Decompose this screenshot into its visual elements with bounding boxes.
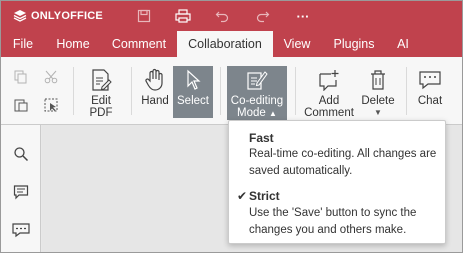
redo-icon[interactable] (254, 7, 272, 25)
edit-pdf-button[interactable]: Edit PDF (81, 67, 121, 119)
print-icon[interactable] (174, 7, 192, 25)
tab-ai-label: AI (397, 37, 409, 51)
left-panel (1, 125, 41, 252)
tab-plugins-label: Plugins (333, 37, 375, 51)
edit-pdf-icon (88, 67, 114, 93)
add-comment-button[interactable]: Add Comment (303, 67, 355, 119)
tab-home-label: Home (56, 37, 90, 51)
strict-title: Strict (249, 189, 280, 203)
hand-tool-button[interactable]: Hand (139, 67, 171, 115)
tab-view-label: View (283, 37, 311, 51)
tab-file[interactable]: File (3, 31, 43, 57)
trash-icon (365, 67, 391, 93)
toolbar-separator (131, 67, 132, 115)
collaboration-toolbar: Edit PDF Hand Select Co-editing Mode ▲ A… (1, 57, 462, 125)
coediting-option-fast[interactable]: Fast Real-time co-editing. All changes a… (229, 121, 447, 181)
tab-comment[interactable]: Comment (103, 31, 175, 57)
select-tool-button[interactable]: Select (173, 66, 213, 118)
chat-label: Chat (417, 95, 443, 107)
title-bar: ONLYOFFICE ··· (1, 1, 462, 31)
tab-file-label: File (12, 37, 34, 51)
tab-view[interactable]: View (277, 31, 317, 57)
add-comment-label-line2: Comment (304, 107, 354, 119)
hand-icon (142, 67, 168, 93)
caret-up-icon: ▲ (269, 109, 277, 118)
chat-button[interactable]: Chat (413, 67, 447, 115)
app-logo-text: ONLYOFFICE (31, 10, 103, 22)
more-icon[interactable]: ··· (294, 7, 312, 25)
fast-description: Real-time co-editing. All changes are sa… (249, 148, 437, 177)
onlyoffice-logo-icon (13, 10, 27, 22)
coediting-mode-button[interactable]: Co-editing Mode ▲ (227, 66, 287, 120)
edit-pdf-label-line1: Edit (91, 95, 111, 107)
chat-icon[interactable] (12, 221, 30, 239)
coediting-label-line2: Mode ▲ (237, 107, 277, 119)
tab-ai[interactable]: AI (389, 31, 417, 57)
coediting-icon (244, 67, 270, 93)
delete-label: Delete (361, 95, 395, 107)
app-window: ONLYOFFICE ··· File Home Comment Collabo… (0, 0, 463, 253)
tab-plugins[interactable]: Plugins (325, 31, 383, 57)
coediting-label-line1: Co-editing (230, 95, 284, 107)
select-all-icon[interactable] (43, 97, 59, 113)
delete-comment-button[interactable]: Delete ▼ (359, 67, 397, 119)
hand-label: Hand (141, 95, 169, 107)
strict-description: Use the 'Save' button to sync the change… (249, 207, 417, 236)
cut-icon[interactable] (43, 69, 59, 85)
save-icon[interactable] (135, 7, 153, 25)
comment-icon[interactable] (12, 183, 30, 201)
coediting-option-strict[interactable]: ✔ Strict Use the 'Save' button to sync t… (229, 183, 447, 243)
search-icon[interactable] (12, 145, 30, 163)
tab-collaboration-label: Collaboration (188, 37, 262, 51)
add-comment-icon (316, 67, 342, 93)
ribbon-tabs: File Home Comment Collaboration View Plu… (1, 31, 462, 57)
tab-home[interactable]: Home (47, 31, 99, 57)
select-label: Select (177, 95, 209, 107)
undo-icon[interactable] (213, 7, 231, 25)
more-label: ··· (296, 8, 310, 24)
tab-collaboration[interactable]: Collaboration (177, 31, 273, 57)
toolbar-separator (406, 67, 407, 115)
paste-icon[interactable] (13, 97, 29, 113)
toolbar-separator (295, 67, 296, 115)
toolbar-separator (73, 67, 74, 115)
checkmark-icon: ✔ (237, 189, 248, 203)
toolbar-separator (220, 67, 221, 115)
coediting-mode-menu: Fast Real-time co-editing. All changes a… (228, 120, 446, 244)
fast-title: Fast (249, 131, 274, 145)
chevron-down-icon: ▼ (374, 108, 382, 117)
tab-comment-label: Comment (111, 37, 167, 51)
edit-pdf-label-line2: PDF (89, 107, 113, 119)
app-logo: ONLYOFFICE (13, 9, 103, 23)
add-comment-label-line1: Add (318, 95, 340, 107)
chat-icon (417, 67, 443, 93)
select-cursor-icon (180, 67, 206, 93)
copy-icon[interactable] (13, 69, 29, 85)
